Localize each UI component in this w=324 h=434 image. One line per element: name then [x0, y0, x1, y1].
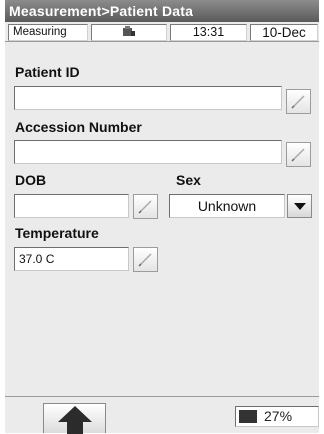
dob-field[interactable]: [14, 194, 129, 218]
accession-number-field[interactable]: [14, 140, 282, 164]
pencil-icon: [291, 148, 305, 162]
arrow-up-icon: [58, 406, 92, 434]
accession-number-edit-button[interactable]: [286, 142, 311, 167]
battery-indicator: 27%: [235, 406, 319, 427]
pencil-icon: [138, 200, 152, 214]
dob-label: DOB: [15, 172, 47, 188]
sex-select[interactable]: Unknown: [169, 194, 285, 218]
back-button[interactable]: [43, 403, 106, 434]
patient-id-edit-button[interactable]: [286, 89, 311, 114]
dob-edit-button[interactable]: [133, 194, 158, 219]
accession-number-label: Accession Number: [15, 119, 142, 135]
temperature-field[interactable]: 37.0 C: [14, 247, 129, 271]
sex-dropdown-button[interactable]: [287, 194, 312, 218]
battery-level-bar: [239, 410, 257, 423]
window-title: Measurement>Patient Data: [5, 0, 319, 22]
pencil-icon: [138, 253, 152, 267]
clock: 13:31: [170, 24, 247, 41]
temperature-label: Temperature: [15, 225, 99, 241]
device-status: [91, 24, 167, 41]
patient-id-field[interactable]: [14, 86, 282, 110]
device-screen: Measurement>Patient Data Measuring 13:31…: [5, 0, 319, 434]
pencil-icon: [291, 95, 305, 109]
date: 10-Dec: [250, 24, 318, 41]
sex-label: Sex: [176, 172, 201, 188]
triangle-down-icon: [294, 203, 306, 210]
battery-percent: 27%: [264, 408, 293, 424]
device-icon: [123, 26, 135, 36]
patient-id-label: Patient ID: [15, 64, 80, 80]
temperature-edit-button[interactable]: [133, 247, 158, 272]
mode-indicator: Measuring: [8, 24, 88, 41]
status-bar: Measuring 13:31 10-Dec: [5, 22, 319, 42]
